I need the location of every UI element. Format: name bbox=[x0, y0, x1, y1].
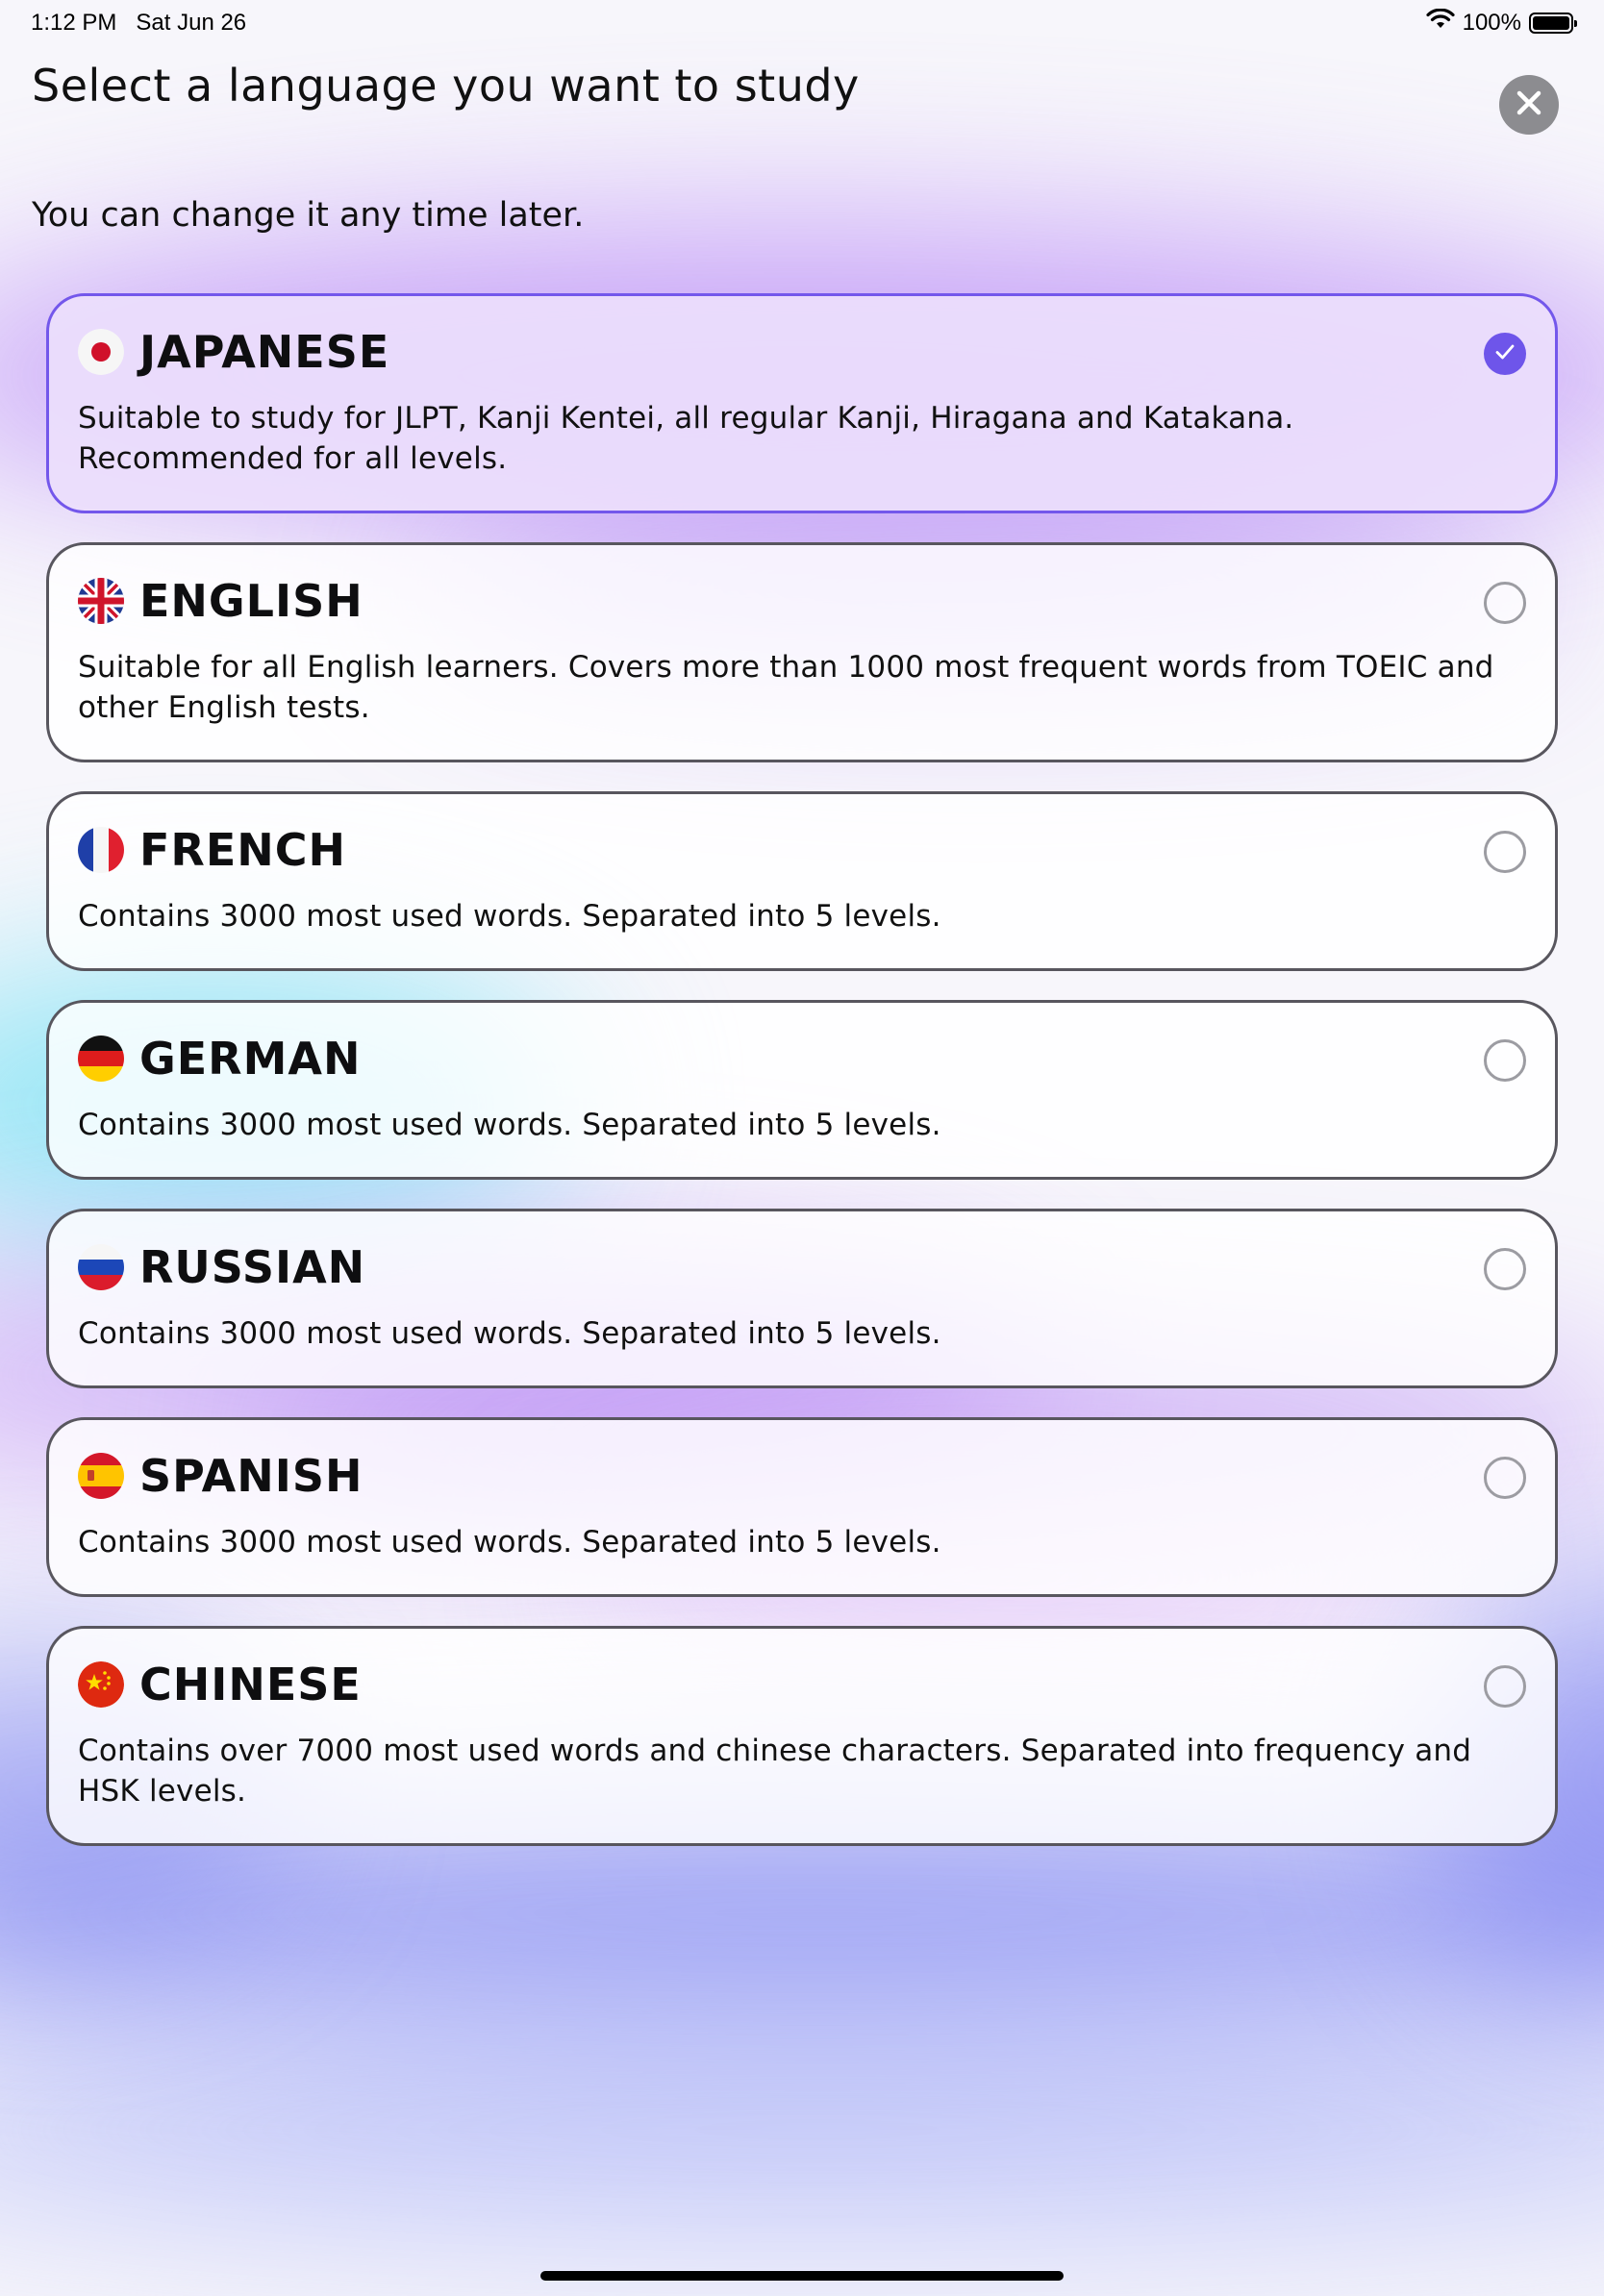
language-description: Contains 3000 most used words. Separated… bbox=[78, 1525, 941, 1560]
language-name: FRENCH bbox=[139, 824, 347, 876]
status-time: 1:12 PM bbox=[31, 10, 117, 36]
france-flag-icon bbox=[78, 827, 124, 873]
language-name: RUSSIAN bbox=[139, 1241, 366, 1293]
radio-unselected[interactable] bbox=[1484, 1039, 1526, 1082]
radio-unselected[interactable] bbox=[1484, 582, 1526, 624]
language-option-spanish[interactable]: SPANISH Contains 3000 most used words. S… bbox=[46, 1417, 1558, 1597]
home-indicator[interactable] bbox=[540, 2271, 1064, 2281]
page-title: Select a language you want to study bbox=[32, 60, 860, 112]
language-description: Suitable for all English learners. Cover… bbox=[78, 650, 1494, 725]
language-option-japanese[interactable]: JAPANESE Suitable to study for JLPT, Kan… bbox=[46, 293, 1558, 513]
language-header: JAPANESE bbox=[78, 326, 1526, 378]
battery-icon bbox=[1529, 12, 1577, 34]
radio-unselected[interactable] bbox=[1484, 831, 1526, 873]
language-option-french[interactable]: FRENCH Contains 3000 most used words. Se… bbox=[46, 791, 1558, 971]
language-description: Contains 3000 most used words. Separated… bbox=[78, 1316, 941, 1351]
language-header: GERMAN bbox=[78, 1033, 1526, 1085]
radio-selected[interactable] bbox=[1484, 333, 1526, 375]
language-description: Contains 3000 most used words. Separated… bbox=[78, 899, 941, 934]
radio-unselected[interactable] bbox=[1484, 1457, 1526, 1499]
language-name: JAPANESE bbox=[139, 326, 390, 378]
language-description: Contains over 7000 most used words and c… bbox=[78, 1734, 1472, 1809]
status-indicators: 100% bbox=[1426, 8, 1577, 37]
language-header: SPANISH bbox=[78, 1450, 1526, 1502]
china-flag-icon bbox=[78, 1661, 124, 1708]
close-icon bbox=[1516, 89, 1542, 120]
language-option-english[interactable]: ENGLISH Suitable for all English learner… bbox=[46, 542, 1558, 762]
language-option-russian[interactable]: RUSSIAN Contains 3000 most used words. S… bbox=[46, 1209, 1558, 1388]
uk-flag-icon bbox=[78, 578, 124, 624]
language-header: RUSSIAN bbox=[78, 1241, 1526, 1293]
language-name: CHINESE bbox=[139, 1659, 362, 1710]
language-description: Suitable to study for JLPT, Kanji Kentei… bbox=[78, 401, 1294, 476]
close-button[interactable] bbox=[1499, 75, 1559, 135]
battery-percentage: 100% bbox=[1462, 9, 1521, 36]
language-header: CHINESE bbox=[78, 1659, 1526, 1710]
language-header: FRENCH bbox=[78, 824, 1526, 876]
status-date: Sat Jun 26 bbox=[136, 10, 247, 36]
wifi-icon bbox=[1426, 8, 1455, 37]
russia-flag-icon bbox=[78, 1244, 124, 1290]
germany-flag-icon bbox=[78, 1036, 124, 1082]
japan-flag-icon bbox=[78, 329, 124, 375]
language-name: SPANISH bbox=[139, 1450, 363, 1502]
subtitle: You can change it any time later. bbox=[32, 196, 585, 235]
language-header: ENGLISH bbox=[78, 575, 1526, 627]
language-option-german[interactable]: GERMAN Contains 3000 most used words. Se… bbox=[46, 1000, 1558, 1180]
status-time-date: 1:12 PM Sat Jun 26 bbox=[31, 10, 246, 37]
language-option-chinese[interactable]: CHINESE Contains over 7000 most used wor… bbox=[46, 1626, 1558, 1846]
checkmark-icon bbox=[1493, 340, 1516, 367]
language-name: GERMAN bbox=[139, 1033, 362, 1085]
language-name: ENGLISH bbox=[139, 575, 363, 627]
status-bar: 1:12 PM Sat Jun 26 100% bbox=[0, 0, 1604, 46]
language-description: Contains 3000 most used words. Separated… bbox=[78, 1108, 941, 1142]
radio-unselected[interactable] bbox=[1484, 1665, 1526, 1708]
spain-flag-icon bbox=[78, 1453, 124, 1499]
radio-unselected[interactable] bbox=[1484, 1248, 1526, 1290]
